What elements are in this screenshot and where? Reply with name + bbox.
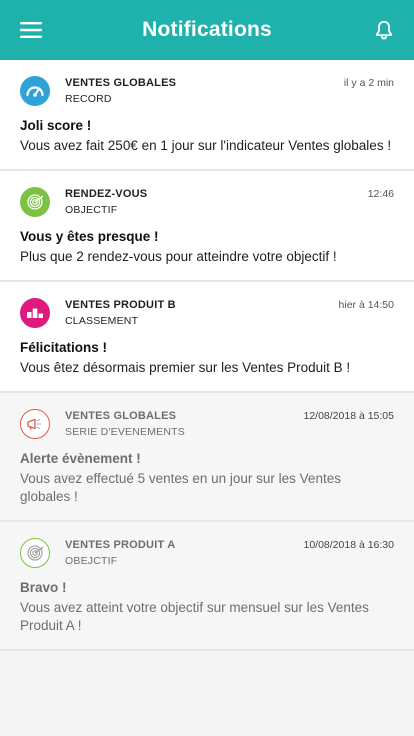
notification-category: RENDEZ-VOUS: [65, 188, 148, 200]
notification-subcategory: OBEJCTIF: [65, 555, 118, 567]
notification-headline: Vous y êtes presque !: [20, 229, 159, 244]
app-header: Notifications: [0, 0, 414, 60]
notification-text: Plus que 2 rendez-vous pour atteindre vo…: [20, 249, 337, 264]
notification-text: Vous êtez désormais premier sur les Vent…: [20, 360, 351, 375]
notification-time: il y a 2 min: [343, 77, 394, 89]
hamburger-icon: [20, 22, 42, 38]
notification-time: 12/08/2018 à 15:05: [303, 410, 394, 422]
notification-text: Vous avez fait 250€ en 1 jour sur l'indi…: [20, 138, 392, 153]
notification-text: Vous avez atteint votre objectif sur men…: [20, 600, 369, 633]
notification-item[interactable]: RENDEZ-VOUS OBJECTIF 12:46 Vous y êtes p…: [0, 171, 414, 282]
notification-item[interactable]: VENTES PRODUIT A OBEJCTIF 10/08/2018 à 1…: [0, 522, 414, 651]
notification-item[interactable]: VENTES GLOBALES SERIE D'EVENEMENTS 12/08…: [0, 393, 414, 522]
notification-time: 12:46: [367, 188, 394, 200]
notification-headline: Joli score !: [20, 118, 92, 133]
target-icon: [27, 194, 44, 210]
notification-time: hier à 14:50: [338, 299, 394, 311]
notification-headline: Félicitations !: [20, 340, 108, 355]
notification-item[interactable]: VENTES GLOBALES RECORD il y a 2 min Joli…: [0, 60, 414, 171]
notification-subcategory: SERIE D'EVENEMENTS: [65, 426, 185, 438]
notification-subcategory: CLASSEMENT: [65, 315, 139, 327]
notification-headline: Alerte évènement !: [20, 451, 141, 466]
target-icon: [27, 545, 44, 561]
notification-category: VENTES GLOBALES: [65, 77, 177, 89]
gauge-icon: [26, 86, 44, 97]
notification-headline: Bravo !: [20, 580, 67, 595]
notification-subcategory: RECORD: [65, 93, 112, 105]
category-avatar: [20, 538, 50, 568]
notification-list: VENTES GLOBALES RECORD il y a 2 min Joli…: [0, 60, 414, 651]
category-avatar: [20, 409, 50, 439]
notification-category: VENTES GLOBALES: [65, 410, 177, 422]
notification-category: VENTES PRODUIT A: [65, 539, 176, 551]
notification-subcategory: OBJECTIF: [65, 204, 118, 216]
category-avatar: [20, 76, 50, 106]
notification-time: 10/08/2018 à 16:30: [303, 539, 394, 551]
notifications-bell-button[interactable]: [372, 18, 396, 42]
notification-text: Vous avez effectué 5 ventes en un jour s…: [20, 471, 341, 504]
notification-item[interactable]: VENTES PRODUIT B CLASSEMENT hier à 14:50…: [0, 282, 414, 393]
page-title: Notifications: [142, 18, 272, 41]
notification-category: VENTES PRODUIT B: [65, 299, 176, 311]
menu-button[interactable]: [19, 18, 43, 42]
category-avatar: [20, 187, 50, 217]
megaphone-icon: [27, 418, 41, 430]
bell-icon: [375, 20, 393, 40]
podium-icon: [27, 308, 43, 318]
category-avatar: [20, 298, 50, 328]
